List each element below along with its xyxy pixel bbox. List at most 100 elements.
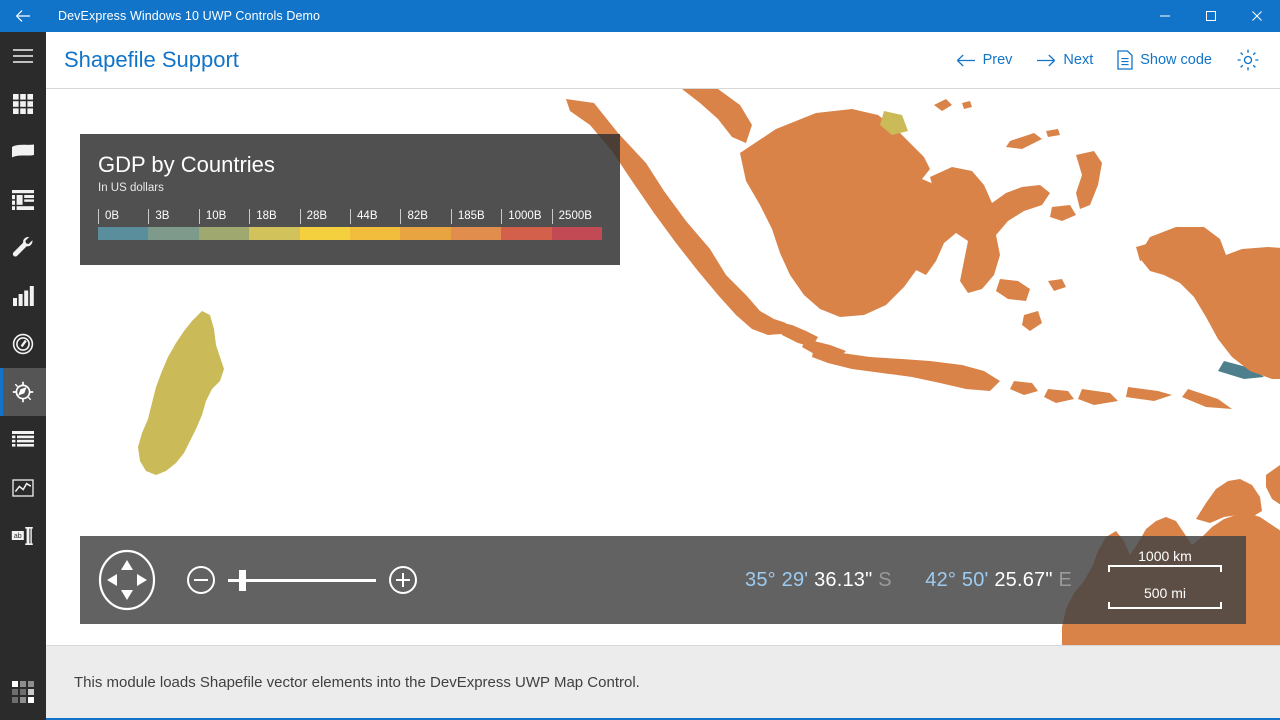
sidebar-rail: ab — [0, 32, 46, 720]
map-navigation-bar: 35° 29' 36.13" S 42° 50' 25.67" E 1000 k… — [80, 536, 1246, 624]
back-button[interactable] — [0, 0, 46, 32]
latitude-seconds: 36.13" — [814, 568, 873, 591]
arrow-right-icon — [1036, 53, 1056, 68]
sidebar-item-layout[interactable] — [0, 176, 46, 224]
shape-halmahera-small — [1050, 205, 1076, 221]
legend-label: 82B — [400, 208, 450, 225]
legend-label: 3B — [148, 208, 198, 225]
sidebar-item-sparkline[interactable] — [0, 464, 46, 512]
back-arrow-icon — [13, 6, 33, 26]
shape-australia-north-coast — [1196, 479, 1262, 523]
wrench-icon — [12, 237, 34, 259]
prev-label: Prev — [982, 52, 1013, 68]
sidebar-item-gauges[interactable] — [0, 320, 46, 368]
minimize-icon — [1159, 10, 1171, 22]
minimize-button[interactable] — [1142, 0, 1188, 32]
zoom-slider-track[interactable] — [228, 569, 376, 591]
shape-maluku-4 — [1048, 279, 1066, 291]
scale-km-bar — [1108, 564, 1222, 572]
legend-label: 1000B — [501, 208, 551, 225]
pan-pad-control[interactable] — [98, 549, 156, 611]
legend-swatch — [148, 227, 199, 240]
description-text: This module loads Shapefile vector eleme… — [74, 673, 640, 691]
sidebar-item-editors[interactable]: ab — [0, 512, 46, 560]
longitude-hemisphere: E — [1058, 568, 1072, 591]
pan-pad-icon — [98, 549, 156, 611]
settings-button[interactable] — [1236, 48, 1260, 72]
shape-sulawesi-se — [996, 279, 1030, 301]
legend-swatch — [551, 227, 603, 240]
legend-swatch — [501, 227, 552, 240]
description-footer: This module loads Shapefile vector eleme… — [46, 645, 1280, 720]
legend-label: 44B — [350, 208, 400, 225]
shape-bali — [1010, 381, 1038, 395]
legend-label: 10B — [198, 208, 249, 225]
show-code-button[interactable]: Show code — [1117, 50, 1212, 70]
shape-sulawesi — [914, 167, 1050, 293]
hamburger-icon — [12, 48, 34, 64]
legend-swatch — [198, 227, 250, 240]
close-button[interactable] — [1234, 0, 1280, 32]
latitude-degrees: 35° — [745, 568, 776, 591]
layout-icon — [12, 190, 34, 210]
shape-maluku-3 — [1022, 311, 1042, 331]
chart-icon — [12, 286, 34, 306]
latitude-hemisphere: S — [878, 568, 892, 591]
legend-color-scale: 0B 3B 10B 18B 28B 44B 82B 185B 1000B 250… — [98, 208, 603, 240]
apps-grid-icon — [12, 681, 34, 703]
sparkline-icon — [12, 478, 34, 498]
legend-swatch — [98, 227, 149, 240]
shape-halmahera — [1076, 151, 1102, 209]
sidebar-item-maps[interactable] — [0, 368, 46, 416]
zoom-in-icon — [388, 565, 418, 595]
next-label: Next — [1063, 52, 1094, 68]
legend-swatch — [450, 227, 502, 240]
next-button[interactable]: Next — [1036, 52, 1093, 68]
sidebar-item-utilities[interactable] — [0, 224, 46, 272]
shape-christmas-island — [934, 99, 952, 111]
shape-malaysia-peninsula — [682, 89, 752, 143]
zoom-out-button[interactable] — [186, 565, 216, 595]
shape-australia-arnhem — [1266, 465, 1280, 505]
zoom-slider-group — [186, 565, 418, 595]
longitude-minutes: 50' — [961, 568, 989, 591]
sidebar-item-data-grid[interactable] — [0, 416, 46, 464]
maximize-button[interactable] — [1188, 0, 1234, 32]
sidebar-item-ribbon[interactable] — [0, 128, 46, 176]
window-title: DevExpress Windows 10 UWP Controls Demo — [58, 9, 321, 23]
longitude-degrees: 42° — [925, 568, 957, 591]
legend-swatch — [400, 227, 451, 240]
close-icon — [1251, 10, 1263, 22]
shape-lombok — [1044, 389, 1074, 403]
legend-label-row: 0B 3B 10B 18B 28B 44B 82B 185B 1000B 250… — [98, 208, 602, 225]
shape-timor-west — [1182, 389, 1232, 409]
legend-swatch — [350, 227, 401, 240]
zoom-in-button[interactable] — [388, 565, 418, 595]
document-icon — [1117, 50, 1133, 70]
sidebar-item-hamburger[interactable] — [0, 32, 46, 80]
legend-label: 18B — [249, 208, 299, 225]
datagrid-icon — [12, 430, 34, 450]
sidebar-item-apps[interactable] — [0, 664, 46, 720]
gauge-icon — [12, 333, 34, 355]
zoom-slider-thumb[interactable] — [239, 569, 246, 591]
ribbon-icon — [11, 144, 35, 160]
svg-text:ab: ab — [14, 533, 22, 540]
scale-bars: 1000 km 500 mi — [1106, 548, 1224, 613]
page-header: Shapefile Support Prev Next Show code — [46, 32, 1280, 88]
shape-madagascar — [138, 311, 224, 475]
legend-label: 2500B — [551, 208, 602, 225]
app-window: DevExpress Windows 10 UWP Controls Demo — [0, 0, 1280, 720]
zoom-out-icon — [186, 565, 216, 595]
legend-label: 28B — [299, 208, 350, 225]
map-control[interactable]: GDP by Countries In US dollars 0B 3B 10B… — [46, 89, 1280, 645]
legend-swatch-row — [98, 227, 603, 240]
shape-sumbawa — [1078, 389, 1118, 405]
prev-button[interactable]: Prev — [956, 52, 1013, 68]
coordinates-readout: 35° 29' 36.13" S 42° 50' 25.67" E — [745, 569, 1072, 592]
shape-maluku-1 — [1006, 133, 1042, 149]
sidebar-item-all-controls[interactable] — [0, 80, 46, 128]
sidebar-item-charts[interactable] — [0, 272, 46, 320]
legend-label: 0B — [98, 208, 148, 225]
map-compass-icon — [12, 381, 34, 403]
